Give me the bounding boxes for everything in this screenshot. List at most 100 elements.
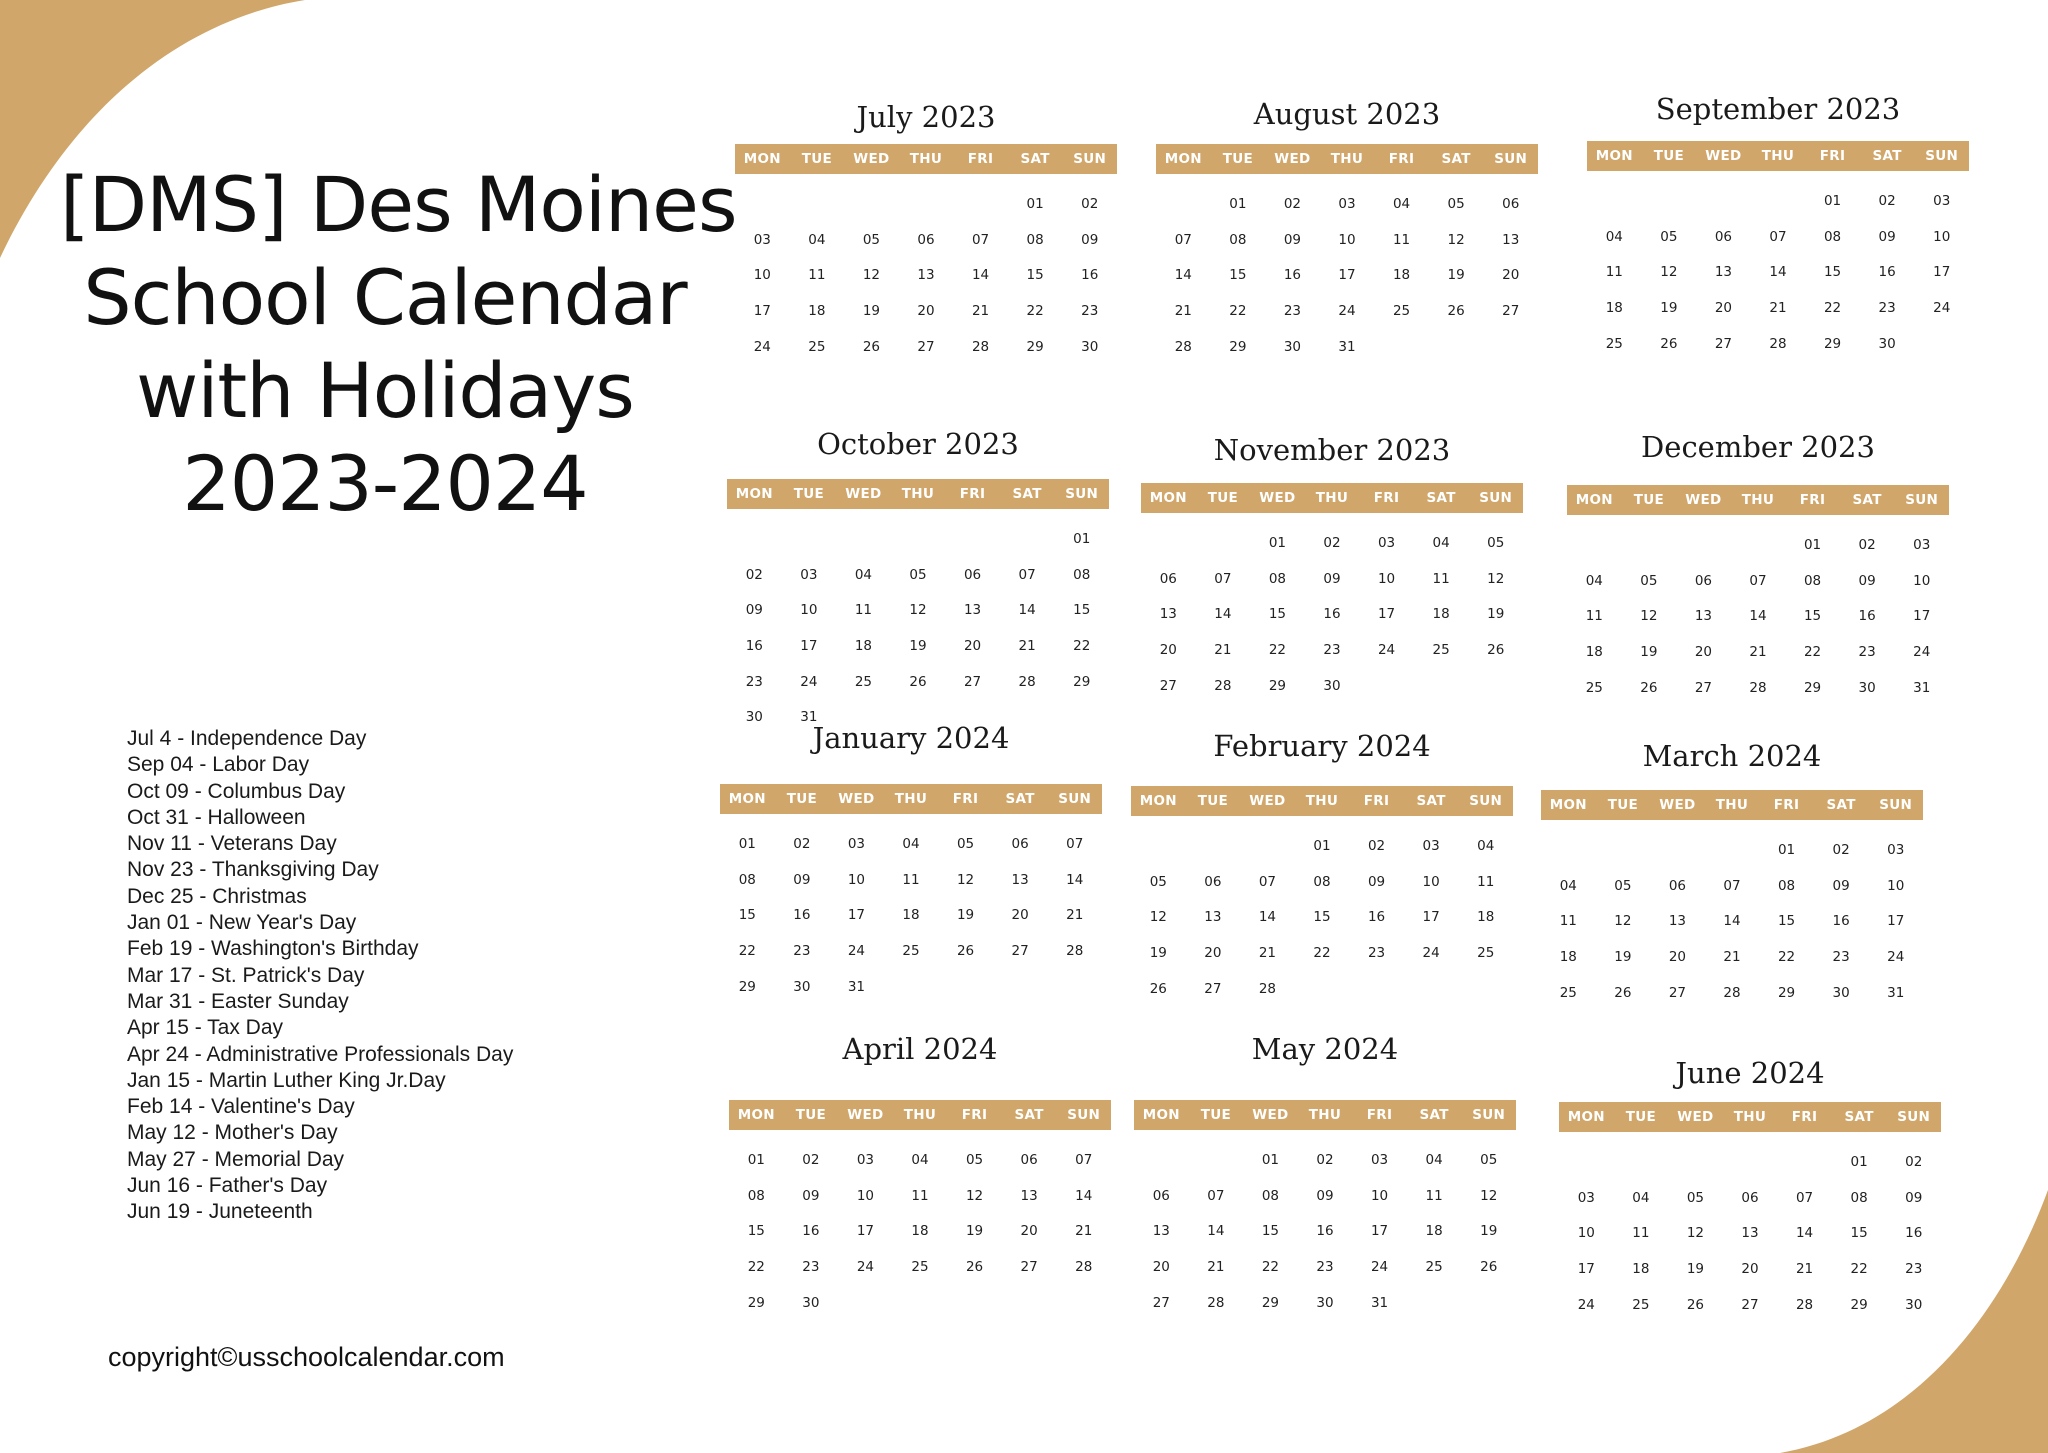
day-cell: 17	[1577, 1260, 1595, 1277]
day-cell: 07	[971, 231, 990, 248]
day-cell: 14	[1795, 1225, 1814, 1242]
day-cell: 08	[747, 1187, 765, 1204]
day-cell: 12	[1149, 909, 1167, 926]
weekday-label: MON	[1549, 797, 1587, 813]
holiday-item: Mar 31 - Easter Sunday	[127, 989, 349, 1013]
day-cell: 26	[1640, 679, 1658, 696]
weekday-label: TUE	[1607, 797, 1638, 813]
weekday-label: THU	[1715, 797, 1749, 813]
day-cell: 21	[1018, 637, 1036, 654]
day-cell: 07	[1769, 228, 1787, 245]
weekday-label: SAT	[1014, 1107, 1044, 1123]
day-cell: 07	[1214, 570, 1232, 587]
day-cell: 07	[1723, 877, 1741, 894]
day-cell: 12	[1487, 570, 1505, 587]
day-grid: 01 02 03 04 05 06 07 08 09 10 11 12 13 14 15 16 17 18 19 20…	[735, 186, 1117, 364]
weekday-label: WED	[1677, 1109, 1714, 1125]
day-cell: 19	[1447, 267, 1465, 284]
day-cell: 06	[1011, 835, 1029, 852]
day-cell: 27	[1011, 942, 1029, 959]
weekday-label: SUN	[1494, 151, 1528, 167]
day-cell: 06	[1668, 877, 1687, 894]
day-cell: 14	[1174, 267, 1192, 284]
weekday-label: THU	[903, 1107, 937, 1123]
day-cell: 19	[965, 1223, 984, 1240]
day-cell: 11	[902, 871, 920, 888]
day-cell: 27	[1204, 980, 1222, 997]
day-cell: 03	[1370, 1151, 1389, 1168]
day-cell: 02	[1316, 1151, 1334, 1168]
day-cell: 17	[753, 302, 771, 319]
day-cell: 07	[1018, 566, 1036, 583]
weekday-label: TUE	[1197, 793, 1228, 809]
day-cell: 01	[1026, 195, 1044, 212]
weekday-label: SAT	[1852, 492, 1882, 508]
holiday-item: Apr 15 - Tax Day	[127, 1016, 284, 1040]
day-cell: 28	[1723, 984, 1741, 1001]
day-cell: 15	[1313, 909, 1331, 926]
weekday-label: MON	[737, 1107, 775, 1123]
day-cell: 13	[1011, 871, 1029, 888]
day-cell: 29	[1073, 673, 1091, 690]
day-cell: 25	[854, 673, 873, 690]
day-cell: 28	[1795, 1296, 1814, 1313]
weekday-label: SAT	[1826, 797, 1856, 813]
day-cell: 18	[1632, 1260, 1650, 1277]
day-cell: 04	[1559, 877, 1577, 894]
day-cell: 04	[1392, 195, 1411, 212]
day-cell: 02	[1323, 534, 1341, 551]
month-title: January 2024	[812, 721, 1010, 755]
day-cell: 26	[909, 673, 927, 690]
day-cell: 31	[1370, 1294, 1389, 1311]
day-cell: 28	[1258, 980, 1277, 997]
day-cell: 03	[1913, 536, 1931, 553]
weekday-header-bar: MON TUE WED THU FRI SAT SUN	[720, 784, 1102, 814]
day-cell: 27	[1152, 1294, 1170, 1311]
day-grid: 01 02 03 04 05 06 07 08 09 10 11 12 13 14 15 16 17 18 19 20…	[1141, 525, 1523, 703]
weekday-label: THU	[1741, 492, 1775, 508]
day-cell: 23	[1878, 299, 1896, 316]
month-title: June 2024	[1675, 1056, 1825, 1090]
day-cell: 10	[1913, 572, 1931, 589]
day-cell: 12	[1614, 913, 1632, 930]
day-cell: 19	[1614, 948, 1632, 965]
day-cell: 17	[1422, 909, 1440, 926]
day-cell: 17	[1913, 608, 1931, 625]
day-grid: 01 02 03 04 05 06 07 08 09 10 11 12 13 14 15 16 17 18 19 20…	[1587, 183, 1969, 361]
day-cell: 18	[1605, 299, 1623, 316]
day-cell: 28	[1214, 677, 1232, 694]
weekday-header-bar: MON TUE WED THU FRI SAT SUN	[1156, 144, 1538, 174]
day-cell: 08	[1073, 566, 1091, 583]
day-cell: 30	[1832, 984, 1850, 1001]
day-cell: 20	[1152, 1258, 1170, 1275]
day-cell: 28	[971, 338, 990, 355]
day-grid: 01 02 03 04 05 06 07 08 09 10 11 12 13 14 15 16 17 18 19 20…	[1131, 828, 1513, 1006]
day-cell: 03	[753, 231, 771, 248]
day-cell: 03	[1377, 534, 1396, 551]
day-cell: 02	[1905, 1153, 1923, 1170]
holiday-item: Apr 24 - Administrative Professionals Da…	[127, 1042, 514, 1066]
day-cell: 26	[1660, 335, 1678, 352]
weekday-label: TUE	[801, 151, 832, 167]
day-cell: 23	[745, 673, 763, 690]
day-cell: 10	[1338, 231, 1356, 248]
day-cell: 05	[1614, 877, 1632, 894]
day-cell: 01	[1268, 534, 1287, 551]
day-cell: 21	[1749, 643, 1767, 660]
day-cell: 29	[747, 1294, 765, 1311]
title-line: 2023-2024	[182, 439, 588, 528]
day-cell: 09	[1316, 1187, 1334, 1204]
weekday-label: THU	[1305, 793, 1339, 809]
day-cell: 15	[1777, 913, 1796, 930]
day-cell: 15	[1026, 267, 1044, 284]
day-cell: 21	[971, 302, 990, 319]
holiday-item: Jul 4 - Independence Day	[127, 727, 367, 750]
day-cell: 23	[1858, 643, 1876, 660]
day-cell: 23	[1323, 641, 1341, 658]
holiday-item: Oct 09 - Columbus Day	[127, 779, 346, 803]
weekday-label: MON	[1575, 492, 1613, 508]
day-cell: 20	[1694, 643, 1713, 660]
day-cell: 12	[965, 1187, 984, 1204]
day-cell: 02	[1081, 195, 1099, 212]
day-cell: 27	[1694, 679, 1713, 696]
